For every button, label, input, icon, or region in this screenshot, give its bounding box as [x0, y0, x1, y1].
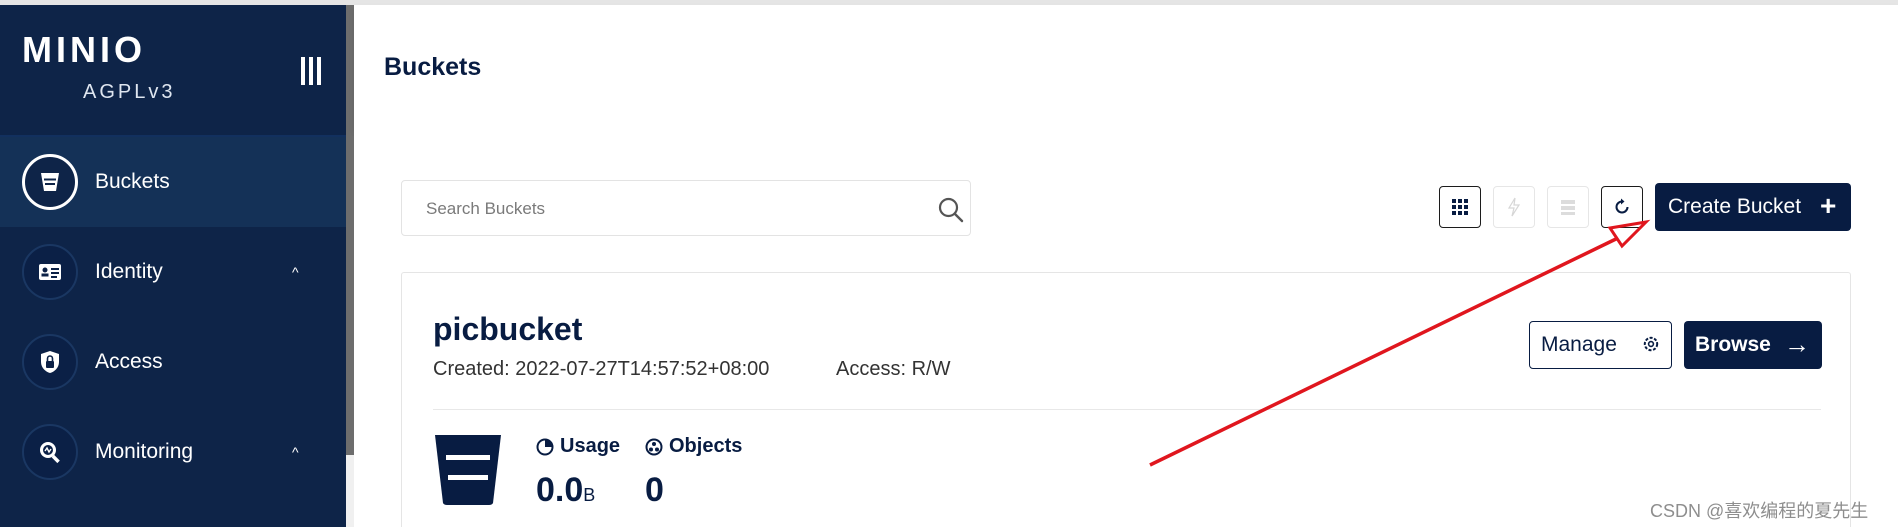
- search-input[interactable]: [426, 195, 906, 223]
- refresh-button[interactable]: [1601, 186, 1643, 228]
- objects-icon: [645, 438, 663, 455]
- chevron-up-icon[interactable]: ^: [292, 264, 299, 280]
- browse-label: Browse: [1695, 333, 1771, 356]
- id-card-icon: [22, 244, 78, 300]
- sidebar-item-identity[interactable]: Identity ^: [0, 227, 346, 317]
- sidebar-item-label: Buckets: [95, 170, 170, 193]
- objects-value: 0: [645, 471, 664, 509]
- replication-button[interactable]: [1493, 186, 1535, 228]
- bucket-card[interactable]: picbucket Created: 2022-07-27T14:57:52+0…: [401, 272, 1851, 527]
- refresh-icon: [1615, 198, 1629, 214]
- bucket-icon: [22, 154, 78, 210]
- stack-icon: [1561, 200, 1575, 215]
- browse-button[interactable]: Browse →: [1684, 321, 1822, 369]
- usage-unit: B: [583, 485, 596, 505]
- bucket-access: Access: R/W: [836, 358, 951, 380]
- page-title: Buckets: [384, 53, 482, 81]
- sidebar-item-monitoring[interactable]: Monitoring ^: [0, 407, 346, 497]
- lifecycle-button[interactable]: [1547, 186, 1589, 228]
- page-header: Buckets: [354, 5, 1898, 130]
- chevron-up-icon[interactable]: ^: [292, 444, 299, 460]
- create-bucket-label: Create Bucket: [1668, 195, 1802, 218]
- monitor-search-icon: [22, 424, 78, 480]
- sidebar-item-access[interactable]: Access: [0, 317, 346, 407]
- arrow-right-icon: →: [1784, 329, 1810, 359]
- sidebar-item-label: Identity: [95, 260, 163, 283]
- lock-icon: [22, 334, 78, 390]
- brand: MINIO AGPLv3: [22, 29, 182, 119]
- search-box[interactable]: [401, 180, 971, 236]
- usage-label: Usage: [536, 435, 620, 458]
- sidebar-item-label: Access: [95, 350, 163, 373]
- sidebar-item-buckets[interactable]: Buckets: [0, 137, 346, 227]
- objects-label: Objects: [645, 435, 742, 458]
- sidebar-scrollbar-track: [346, 455, 354, 527]
- create-bucket-button[interactable]: Create Bucket +: [1655, 183, 1851, 231]
- card-divider: [433, 409, 1821, 410]
- plus-icon: +: [1820, 190, 1837, 221]
- gear-icon: [1643, 336, 1659, 352]
- sidebar: MINIO AGPLv3 Buckets Identity ^ Access M…: [0, 5, 346, 527]
- main-content: Create Bucket + picbucket Created: 2022-…: [354, 130, 1898, 527]
- edition-label: AGPLv3: [83, 81, 176, 103]
- manage-button[interactable]: Manage: [1529, 321, 1672, 369]
- usage-value: 0.0B: [536, 471, 596, 509]
- search-icon[interactable]: [936, 195, 966, 225]
- bucket-icon: [435, 435, 501, 505]
- sidebar-collapse-button[interactable]: [298, 57, 324, 87]
- select-multiple-button[interactable]: [1439, 186, 1481, 228]
- sidebar-scrollbar[interactable]: [346, 5, 354, 455]
- bucket-name[interactable]: picbucket: [433, 311, 582, 348]
- bucket-created: Created: 2022-07-27T14:57:52+08:00: [433, 358, 770, 380]
- minio-logo: MINIO: [22, 29, 146, 70]
- pie-chart-icon: [536, 438, 554, 455]
- grid-icon: [1452, 199, 1468, 215]
- manage-label: Manage: [1541, 333, 1617, 356]
- bolt-icon: [1507, 197, 1521, 217]
- sidebar-item-label: Monitoring: [95, 440, 194, 463]
- watermark: CSDN @喜欢编程的夏先生: [1650, 501, 1869, 521]
